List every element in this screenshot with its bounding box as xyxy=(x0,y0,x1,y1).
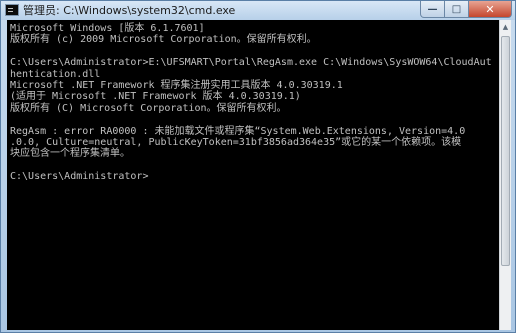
console-line: Microsoft .NET Framework 程序集注册实用工具版本 4.0… xyxy=(10,79,343,91)
scroll-up-arrow-icon[interactable]: ▲ xyxy=(500,20,511,34)
console-prompt-line: C:\Users\Administrator> xyxy=(10,171,149,183)
title-bar[interactable]: 管理员: C:\Windows\system32\cmd.exe — □ ✕ xyxy=(1,1,515,20)
console-line: 版权所有 (C) Microsoft Corporation。保留所有权利。 xyxy=(10,102,287,114)
console-line: 块应包含一个程序集清单。 xyxy=(10,148,130,160)
minimize-button[interactable]: — xyxy=(420,1,445,18)
console-line: C:\Users\Administrator>E:\UFSMART\Portal… xyxy=(10,57,492,69)
maximize-icon: □ xyxy=(451,3,462,15)
cmd-window: 管理员: C:\Windows\system32\cmd.exe — □ ✕ M… xyxy=(0,0,516,333)
minimize-icon: — xyxy=(427,3,438,15)
console-line: hentication.dll xyxy=(10,68,101,80)
console-line: RegAsm : error RA0000 : 未能加载文件或程序集“Syste… xyxy=(10,125,466,137)
maximize-button[interactable]: □ xyxy=(445,1,469,18)
window-controls: — □ ✕ xyxy=(420,1,512,19)
console-line: (适用于 Microsoft .NET Framework 版本 4.0.303… xyxy=(10,91,301,103)
console-line: Microsoft Windows [版本 6.1.7601] xyxy=(10,23,205,34)
console-line: 版权所有 (c) 2009 Microsoft Corporation。保留所有… xyxy=(10,34,317,46)
close-button[interactable]: ✕ xyxy=(469,1,512,18)
cmd-app-icon[interactable] xyxy=(5,4,19,16)
close-icon: ✕ xyxy=(485,2,495,16)
console-output[interactable]: Microsoft Windows [版本 6.1.7601] 版权所有 (c)… xyxy=(7,20,499,330)
console-line: .0.0, Culture=neutral, PublicKeyToken=31… xyxy=(10,136,462,148)
vertical-scrollbar[interactable]: ▲ xyxy=(499,20,511,330)
scrollbar-thumb[interactable] xyxy=(501,36,510,266)
window-title: 管理员: C:\Windows\system32\cmd.exe xyxy=(23,4,236,17)
